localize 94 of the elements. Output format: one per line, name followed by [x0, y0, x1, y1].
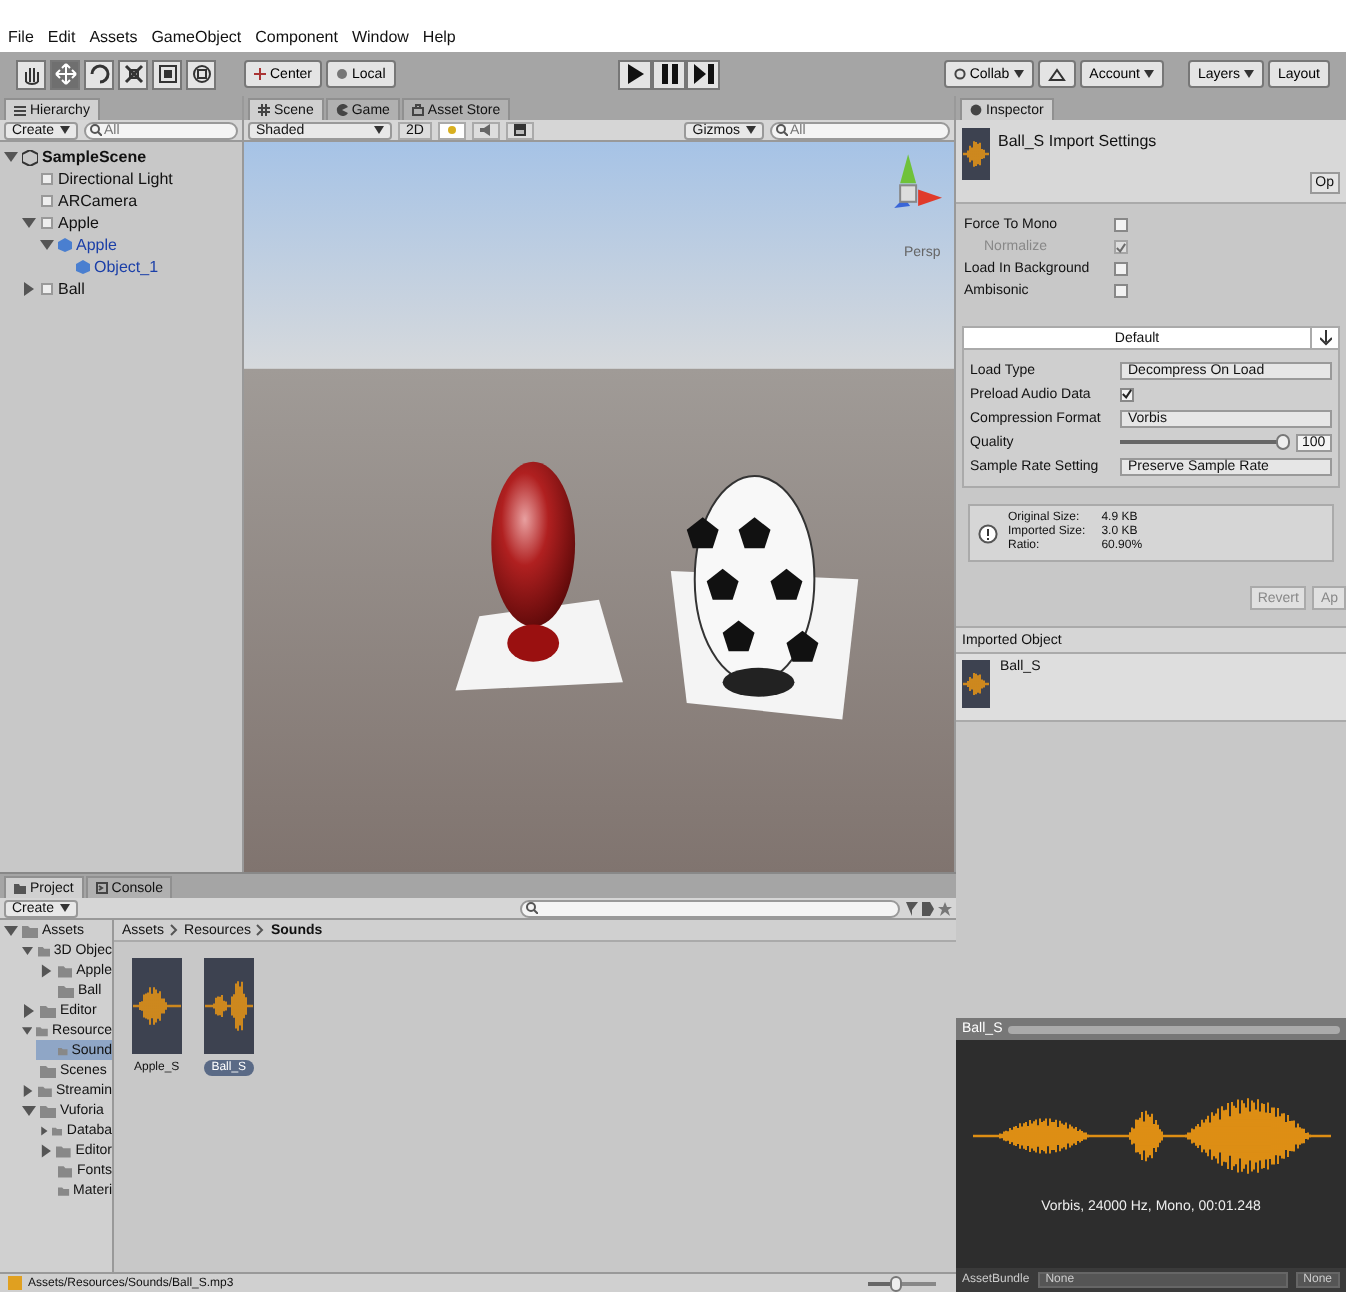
- right-triangle-icon[interactable]: [40, 1123, 49, 1137]
- menu-item[interactable]: GameObject: [151, 28, 242, 46]
- inspector-title: Ball_S Import Settings: [998, 130, 1159, 154]
- sun-icon: [445, 124, 458, 136]
- audio-clip-thumbnail: [203, 958, 254, 1054]
- list-icon: [14, 105, 26, 115]
- caret-icon: [746, 126, 756, 134]
- tool-button[interactable]: [50, 59, 80, 89]
- playback-button[interactable]: [652, 59, 687, 89]
- bag-icon: [411, 104, 424, 116]
- hierarchy-item[interactable]: Object_1: [94, 258, 159, 276]
- menu-item[interactable]: Edit: [47, 28, 76, 46]
- download-icon[interactable]: [1319, 330, 1331, 346]
- caret-icon: [1013, 70, 1024, 78]
- tool-button[interactable]: [118, 59, 148, 89]
- label-icon[interactable]: [922, 901, 934, 915]
- checkbox[interactable]: [1114, 284, 1128, 298]
- hierarchy-item[interactable]: Directional Light: [58, 170, 173, 188]
- menu-item[interactable]: File: [8, 28, 34, 46]
- cloud-button[interactable]: [1037, 60, 1076, 88]
- right-triangle-icon[interactable]: [22, 1003, 36, 1017]
- menu-item[interactable]: Help: [422, 28, 456, 46]
- checkbox[interactable]: [1114, 218, 1128, 232]
- rotate-icon: [87, 62, 111, 86]
- chevron-icon: [170, 924, 179, 936]
- tool-button[interactable]: [186, 59, 216, 89]
- gameobject-icon: [40, 282, 54, 296]
- scale-icon: [121, 62, 145, 86]
- pause-icon: [657, 62, 682, 86]
- checkbox[interactable]: [1120, 387, 1134, 401]
- search-icon: [526, 902, 539, 914]
- right-triangle-icon[interactable]: [40, 963, 54, 977]
- caret-icon: [1143, 70, 1154, 78]
- hierarchy-item[interactable]: Apple: [58, 214, 99, 232]
- audio-file-icon: [962, 660, 990, 708]
- right-triangle-icon[interactable]: [22, 282, 36, 296]
- audio-clip-thumbnail: [131, 958, 182, 1054]
- down-triangle-icon[interactable]: [40, 238, 54, 252]
- move-arrows-icon: [53, 62, 77, 86]
- chevron-icon: [256, 924, 265, 936]
- view-toggle[interactable]: [505, 121, 534, 139]
- play-icon: [623, 62, 648, 86]
- transform-icon: [189, 62, 213, 86]
- caret-icon: [60, 126, 71, 134]
- filter-icon[interactable]: [906, 901, 918, 915]
- caret-icon: [60, 904, 71, 912]
- down-triangle-icon[interactable]: [4, 923, 18, 937]
- unity-logo-icon: [22, 149, 38, 165]
- playback-button[interactable]: [686, 59, 721, 89]
- right-triangle-icon[interactable]: [22, 1083, 35, 1097]
- hand-icon: [19, 62, 43, 86]
- menu-item[interactable]: Window: [351, 28, 409, 46]
- tool-button[interactable]: [16, 59, 46, 89]
- caret-icon: [1243, 70, 1254, 78]
- slider-thumb[interactable]: [889, 1275, 902, 1291]
- console-icon: [95, 882, 108, 894]
- step-icon: [691, 62, 716, 86]
- info-icon: [970, 104, 982, 116]
- pacman-icon: [335, 104, 348, 116]
- rect-tool-icon: [155, 62, 179, 86]
- view-toggle[interactable]: [471, 121, 500, 139]
- down-triangle-icon[interactable]: [22, 1103, 36, 1117]
- down-triangle-icon[interactable]: [22, 1023, 33, 1037]
- view-toggle[interactable]: [437, 121, 466, 139]
- info-circle-icon: [978, 523, 998, 543]
- hierarchy-item[interactable]: ARCamera: [58, 192, 138, 210]
- hierarchy-item[interactable]: SampleScene: [42, 148, 147, 166]
- search-field[interactable]: [520, 899, 900, 917]
- search-icon: [776, 124, 788, 136]
- down-triangle-icon[interactable]: [4, 150, 18, 164]
- folder-icon: [14, 882, 26, 894]
- playback-button[interactable]: [618, 59, 653, 89]
- grid-icon: [258, 104, 270, 116]
- star-icon[interactable]: [938, 901, 952, 915]
- tool-button[interactable]: [84, 59, 114, 89]
- menu-item[interactable]: Component: [255, 28, 338, 46]
- image-icon: [513, 124, 526, 136]
- globe-icon: [336, 68, 349, 80]
- audio-file-icon: [962, 128, 990, 180]
- pivot-icon: [254, 68, 266, 80]
- down-triangle-icon[interactable]: [22, 216, 36, 230]
- slider-thumb[interactable]: [1276, 434, 1290, 450]
- hierarchy-item[interactable]: Ball: [58, 280, 85, 298]
- speaker-icon: [479, 124, 492, 136]
- axis-gizmo-drawing: [894, 154, 943, 208]
- search-icon: [90, 124, 103, 136]
- checkbox[interactable]: [1114, 262, 1128, 276]
- menu-item[interactable]: Assets: [89, 28, 138, 46]
- caret-icon: [374, 126, 384, 134]
- tool-button[interactable]: [152, 59, 182, 89]
- right-triangle-icon[interactable]: [40, 1143, 53, 1157]
- audio-file-icon: [8, 1276, 22, 1290]
- hierarchy-item[interactable]: Apple: [76, 236, 117, 254]
- down-triangle-icon[interactable]: [22, 943, 34, 957]
